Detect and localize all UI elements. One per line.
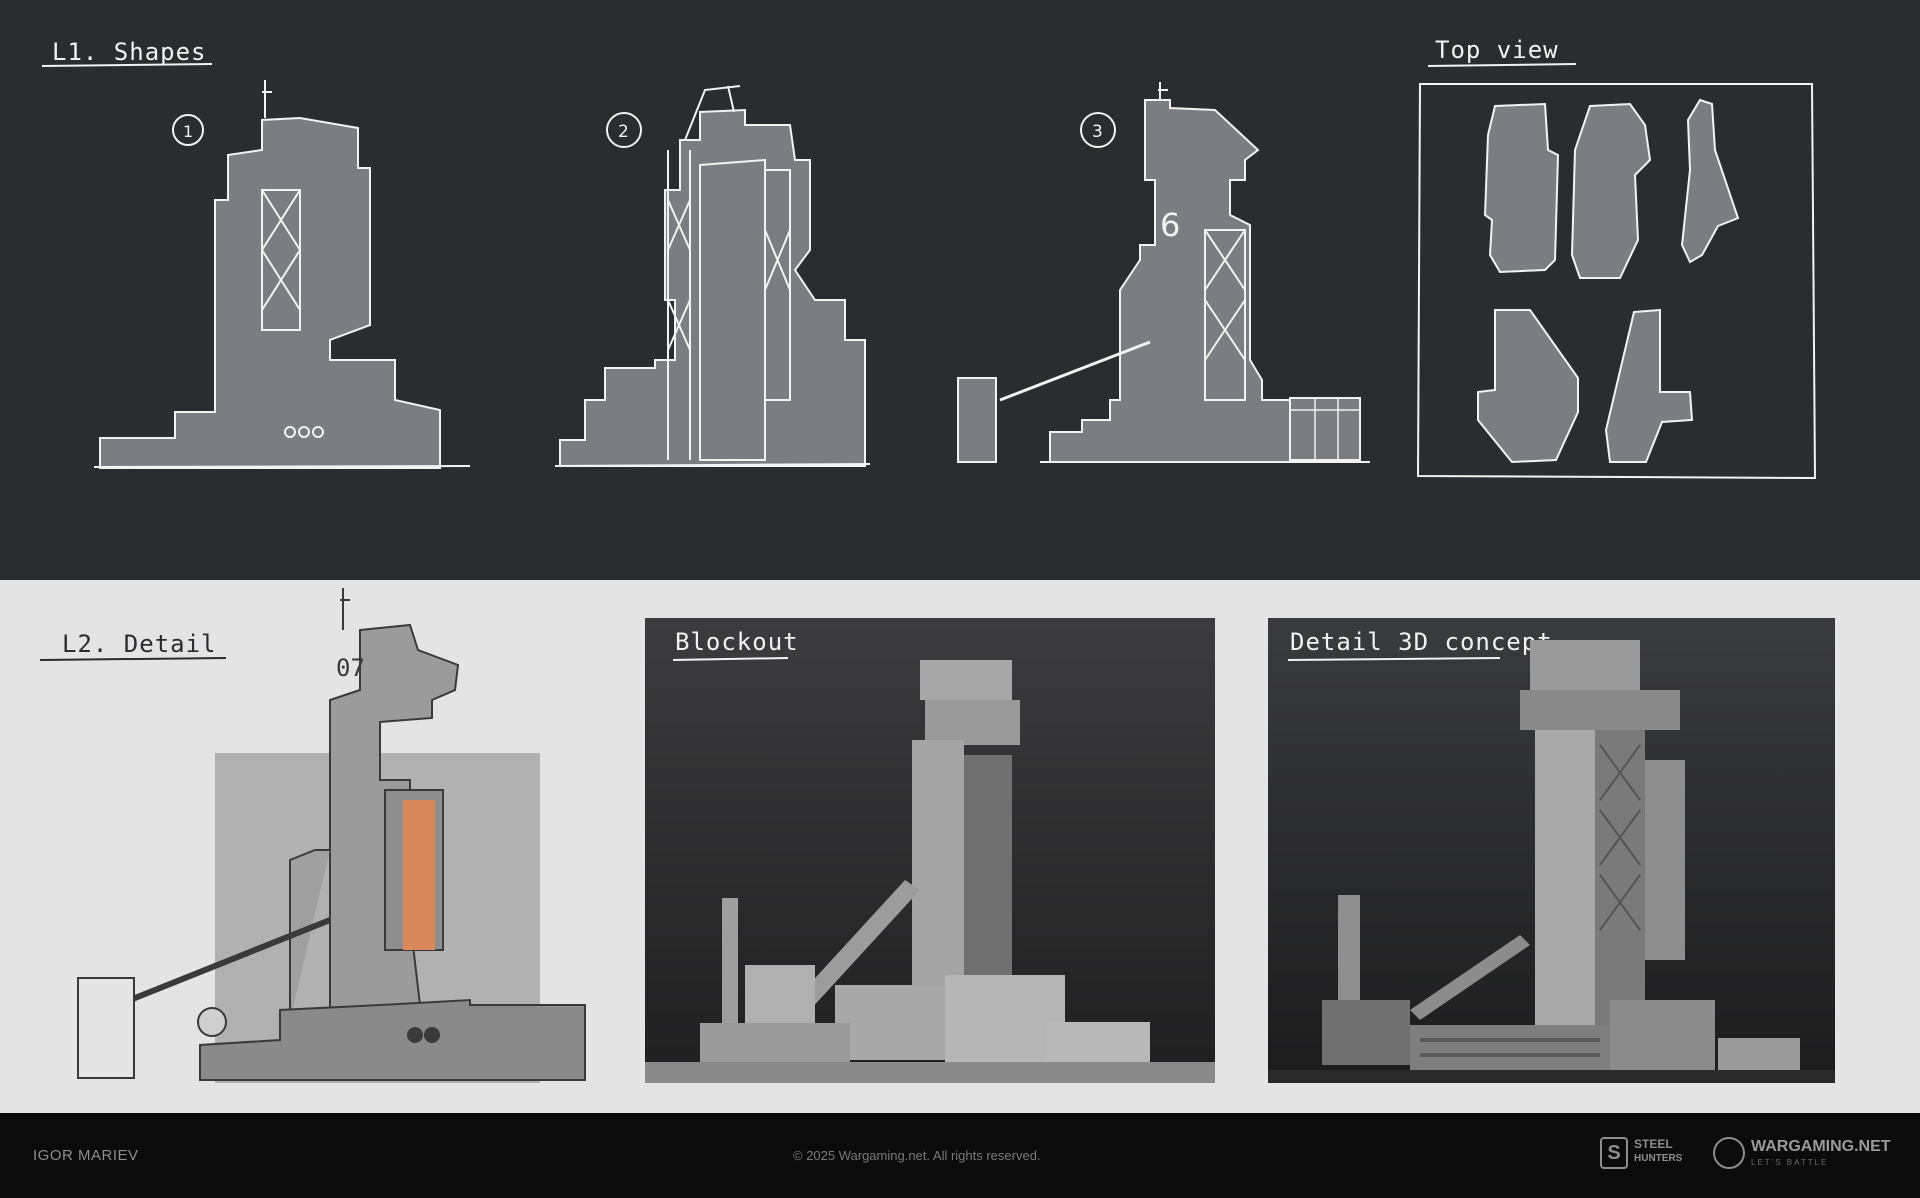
concept-title: Detail 3D concept (1290, 628, 1553, 656)
blockout-base-left (700, 1023, 850, 1063)
detail-dish (197, 1007, 227, 1037)
sketch-3-painted-number: 6 (1160, 206, 1180, 244)
wargaming-tagline: LET'S BATTLE (1751, 1158, 1829, 1167)
sketch-3-annex (1289, 397, 1361, 461)
detail-title: L2. Detail (62, 630, 217, 658)
sketch-1-antenna (262, 80, 272, 118)
steel-hunters-logo: S STEEL HUNTERS (1600, 1135, 1686, 1171)
detail-title-underline (39, 657, 227, 661)
blockout-tower-core (912, 740, 964, 1000)
blockout-ground (645, 1062, 1215, 1083)
concept-panel: Detail 3D concept (1268, 618, 1835, 1083)
top-view-plan-2 (1570, 102, 1652, 279)
concept-top (1530, 640, 1640, 690)
detail-paintover: 07 (77, 588, 586, 1083)
detail-port (424, 1027, 440, 1043)
top-view-frame (1416, 83, 1817, 480)
detail-silo (77, 977, 135, 1079)
concept-upper-deck (1520, 690, 1680, 730)
blockout-base-right (1045, 1022, 1150, 1062)
sketch-number-2: 2 (618, 122, 629, 142)
sketch-tower-1: 1 (93, 80, 471, 469)
wargaming-text: WARGAMING.NET (1751, 1138, 1891, 1155)
footer-copyright: © 2025 Wargaming.net. All rights reserve… (793, 1148, 1041, 1163)
sketch-number-1: 1 (183, 122, 193, 141)
top-view-plan-4 (1477, 309, 1579, 464)
sketch-1-ground (93, 465, 471, 468)
top-view-plan-3 (1680, 98, 1740, 264)
sketch-1-silhouette (99, 116, 441, 469)
blockout-title: Blockout (675, 628, 799, 656)
wargaming-logo: WARGAMING.NET LET'S BATTLE (1713, 1135, 1893, 1175)
sketch-tower-3: 3 6 (957, 82, 1370, 463)
wargaming-emblem-icon (1713, 1137, 1745, 1169)
detail-painted-number: 07 (336, 654, 365, 682)
top-view-title: Top view (1435, 36, 1559, 64)
top-view-plan-5 (1604, 308, 1694, 463)
sketch-2-core (699, 158, 766, 461)
blockout-chimney (722, 898, 738, 1023)
concept-pipe-rack (1410, 1025, 1610, 1070)
concept-left-building (1322, 1000, 1410, 1065)
sketch-number-3: 3 (1092, 122, 1103, 142)
blockout-top-block (920, 660, 1012, 700)
concept-base (1610, 1000, 1715, 1070)
footer-author: IGOR MARIEV (33, 1147, 139, 1164)
blockout-upper-block (925, 700, 1020, 745)
steel-hunters-text-bottom: HUNTERS (1634, 1153, 1683, 1164)
detail-port (407, 1027, 423, 1043)
steel-hunters-emblem-icon: S (1600, 1137, 1628, 1169)
artwork-canvas: L1. Shapes Top view 1 2 3 6 L2. Detail 0… (39, 36, 1835, 1083)
blockout-panel: Blockout (645, 618, 1215, 1083)
concept-tower-core (1535, 730, 1595, 1030)
concept-ground (1268, 1070, 1835, 1083)
top-view-plan-1 (1483, 102, 1560, 274)
sketch-3-silo (957, 377, 997, 463)
detail-antenna (340, 588, 350, 630)
concept-right-column (1645, 760, 1685, 960)
blockout-block-mid (835, 985, 945, 1060)
top-view-underline (1427, 63, 1577, 67)
shapes-title: L1. Shapes (52, 38, 207, 66)
sketch-3-antenna (1158, 82, 1168, 100)
blockout-truss (964, 755, 1012, 995)
sketch-3-silhouette (1049, 99, 1291, 463)
sketch-tower-2: 2 (554, 85, 871, 467)
steel-hunters-text-top: STEEL (1634, 1137, 1673, 1151)
detail-orange-panel (403, 800, 435, 950)
